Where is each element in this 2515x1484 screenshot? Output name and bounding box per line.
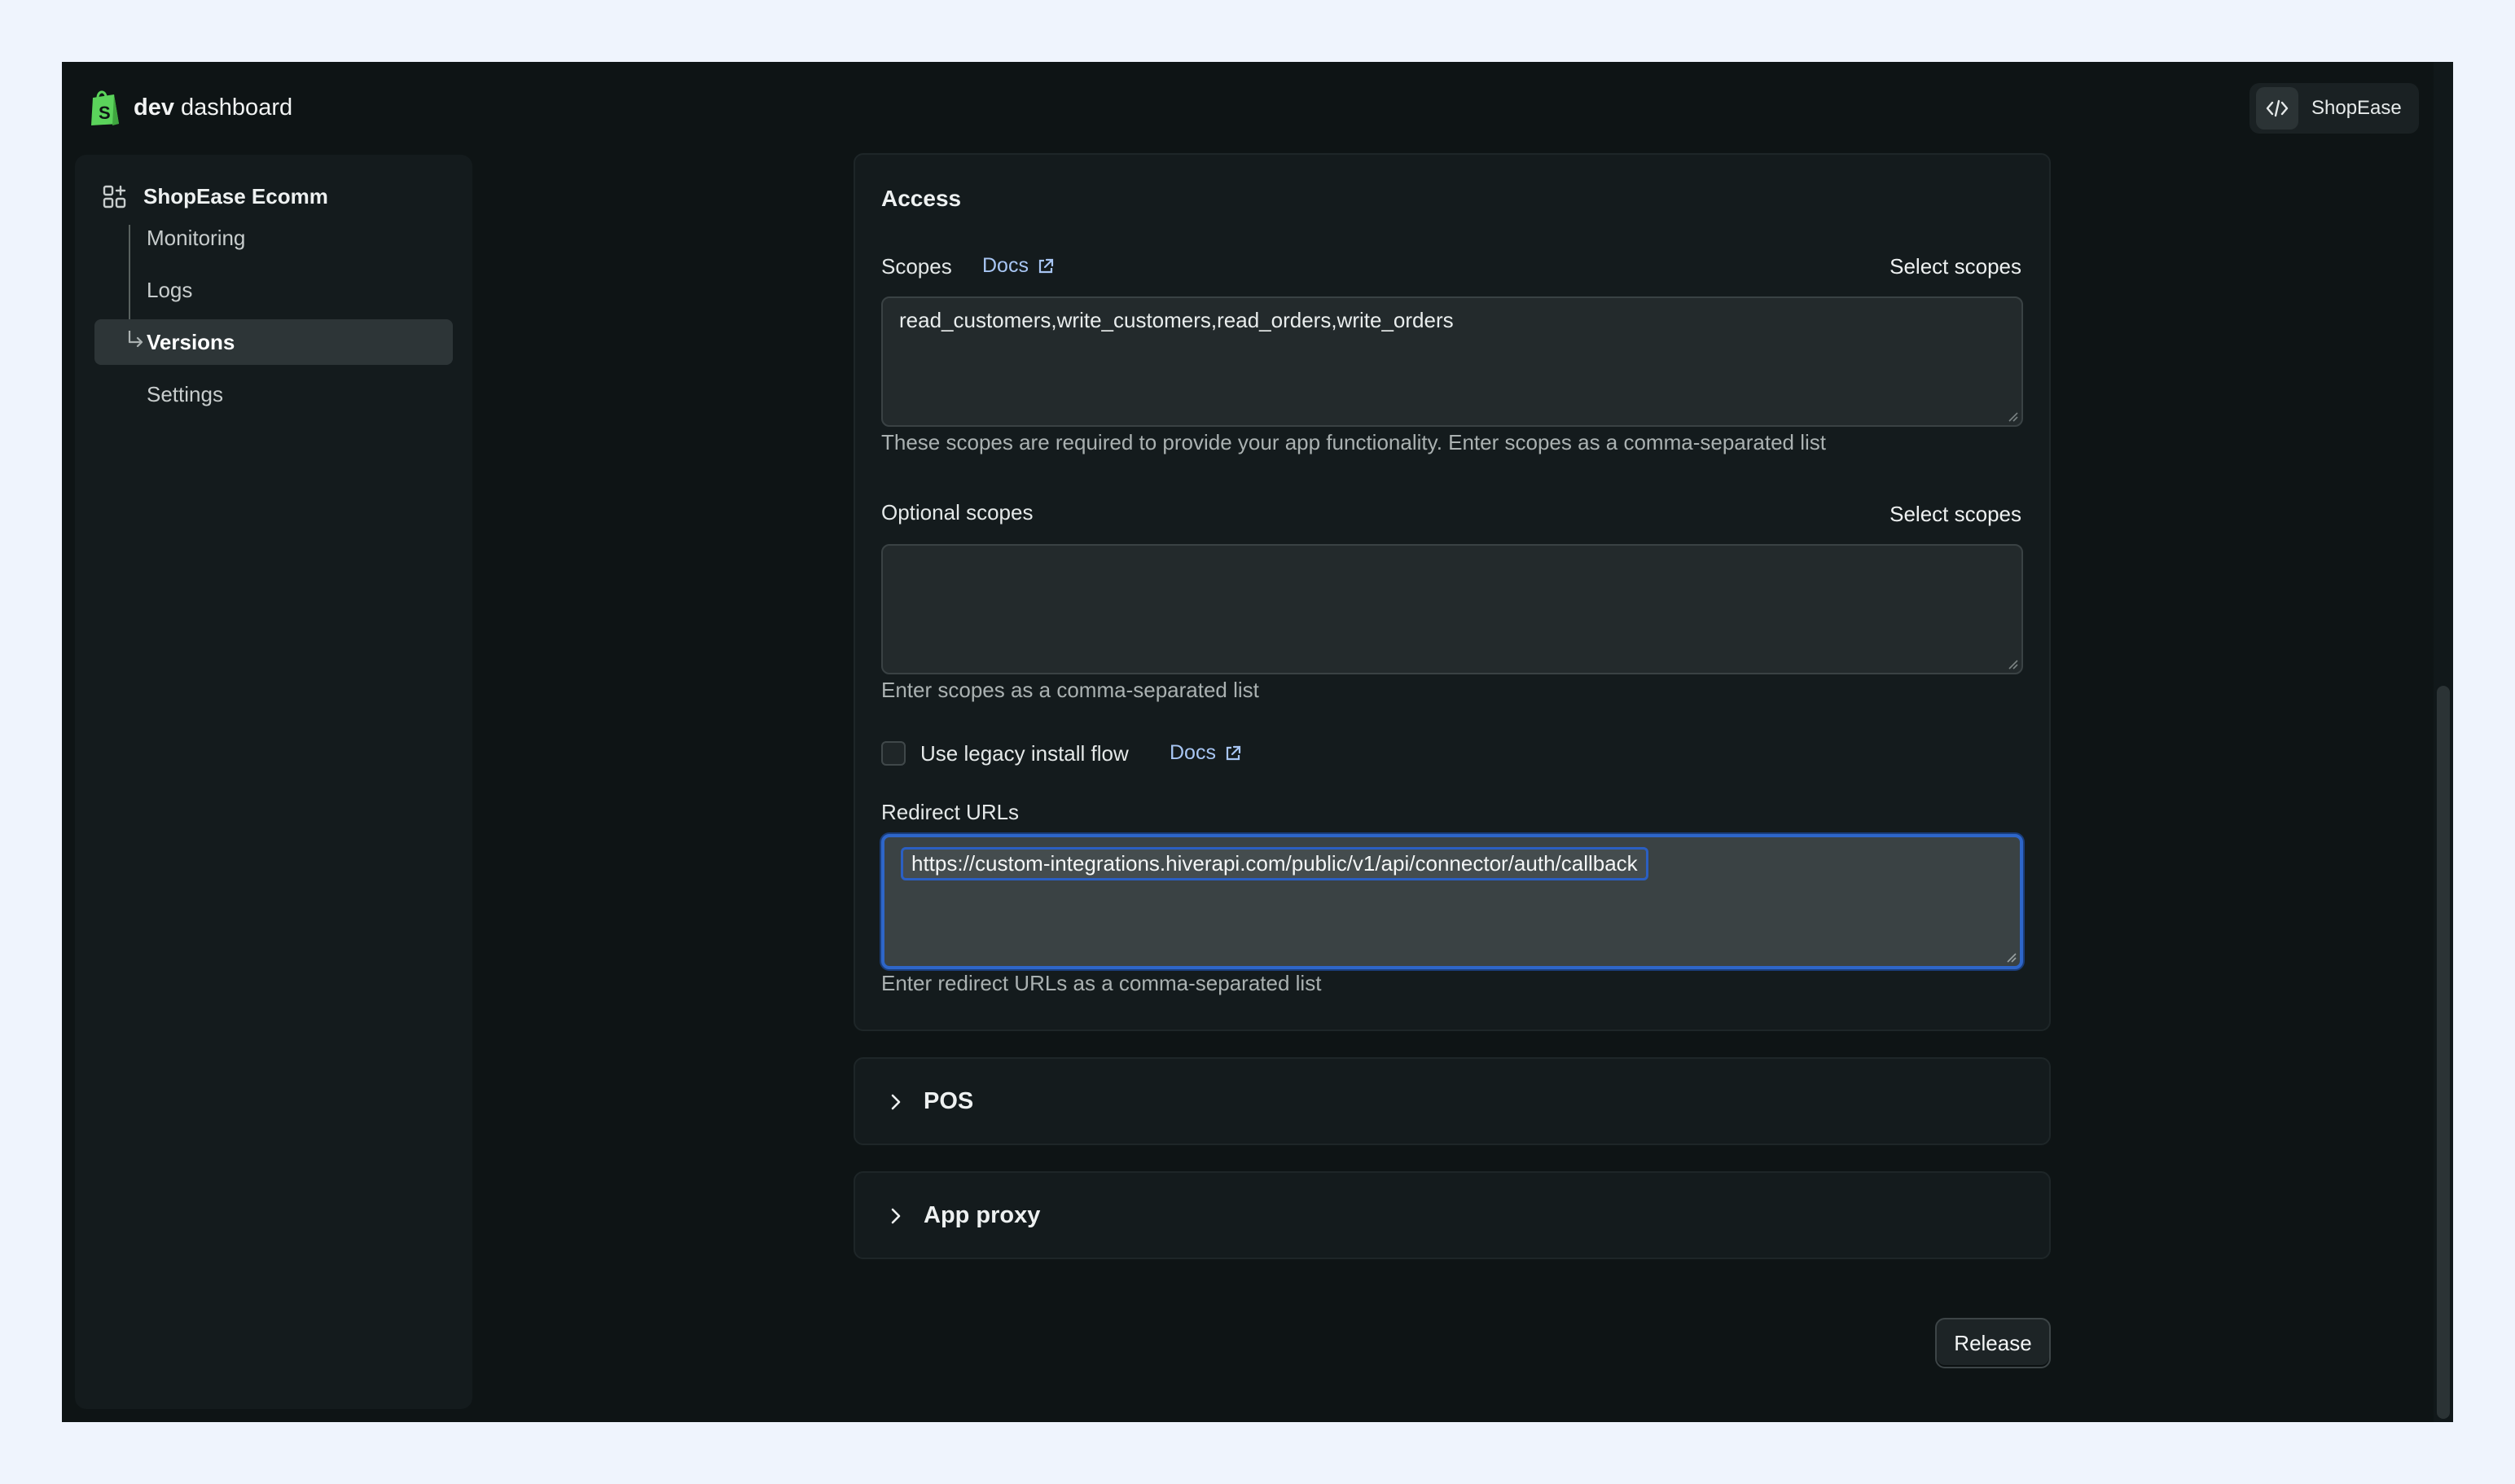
docs-link-label: Docs <box>982 254 1029 277</box>
pos-section-header[interactable]: POS <box>889 1088 973 1115</box>
resize-grip-icon[interactable] <box>2005 951 2017 963</box>
code-icon <box>2256 87 2298 130</box>
sidebar-item-versions[interactable]: Versions <box>94 319 453 365</box>
scrollbar[interactable] <box>2434 62 2453 1422</box>
brand-title: dev dashboard <box>134 94 293 121</box>
legacy-install-label[interactable]: Use legacy install flow <box>920 741 1129 766</box>
tree-arrow-icon <box>128 331 143 348</box>
scopes-value: read_customers,write_customers,read_orde… <box>899 308 1454 332</box>
select-scopes-link[interactable]: Select scopes <box>1890 254 2021 279</box>
redirect-urls-textarea[interactable]: https://custom-integrations.hiverapi.com… <box>881 834 2023 969</box>
sidebar-app-header[interactable]: ShopEase Ecomm <box>103 184 328 209</box>
app-proxy-section-header[interactable]: App proxy <box>889 1202 1040 1229</box>
sidebar-item-label: Logs <box>147 277 193 302</box>
store-switcher-button[interactable]: ShopEase <box>2249 83 2419 134</box>
scrollbar-thumb[interactable] <box>2437 686 2450 1419</box>
resize-grip-icon[interactable] <box>2007 658 2018 670</box>
redirect-urls-label: Redirect URLs <box>881 800 1020 824</box>
optional-scopes-textarea[interactable] <box>881 544 2023 674</box>
app-proxy-section[interactable]: App proxy <box>854 1171 2051 1259</box>
docs-link-label: Docs <box>1170 741 1216 764</box>
pos-section-title: POS <box>924 1088 974 1114</box>
scopes-help-text: These scopes are required to provide you… <box>881 430 1827 454</box>
select-optional-scopes-link[interactable]: Select scopes <box>1890 502 2021 527</box>
access-title: Access <box>881 186 962 211</box>
scopes-docs-link[interactable]: Docs <box>982 254 1055 278</box>
sidebar-app-name: ShopEase Ecomm <box>143 184 328 209</box>
external-link-icon <box>1226 745 1241 760</box>
scopes-label: Scopes <box>881 254 952 279</box>
sidebar-item-monitoring[interactable]: Monitoring <box>94 215 453 261</box>
redirect-url-value: https://custom-integrations.hiverapi.com… <box>901 847 1648 880</box>
top-bar: S dev dashboard ShopEase <box>62 62 2453 153</box>
chevron-right-icon <box>891 1208 901 1223</box>
access-card: Access Scopes Docs Select scopes read_cu… <box>854 153 2051 1031</box>
resize-grip-icon[interactable] <box>2007 411 2018 422</box>
optional-scopes-help-text: Enter scopes as a comma-separated list <box>881 678 1259 702</box>
scopes-textarea[interactable]: read_customers,write_customers,read_orde… <box>881 296 2023 427</box>
sidebar-item-label: Settings <box>147 381 223 406</box>
store-button-label: ShopEase <box>2311 97 2402 119</box>
chevron-right-icon <box>891 1094 901 1109</box>
shopify-bag-icon: S <box>91 90 119 125</box>
redirect-urls-help-text: Enter redirect URLs as a comma-separated… <box>881 971 1322 995</box>
release-button[interactable]: Release <box>1935 1318 2051 1368</box>
app-proxy-section-title: App proxy <box>924 1202 1041 1228</box>
apps-icon <box>103 185 126 208</box>
sidebar-item-label: Versions <box>147 329 235 354</box>
sidebar-item-settings[interactable]: Settings <box>94 371 453 417</box>
pos-section[interactable]: POS <box>854 1057 2051 1145</box>
optional-scopes-label: Optional scopes <box>881 500 1034 525</box>
legacy-docs-link[interactable]: Docs <box>1170 741 1242 765</box>
sidebar-item-logs[interactable]: Logs <box>94 267 453 313</box>
brand[interactable]: S dev dashboard <box>88 86 292 129</box>
svg-text:S: S <box>99 103 111 123</box>
app-window: S dev dashboard ShopEase ShopEase Ecomm … <box>62 62 2453 1422</box>
external-link-icon <box>1038 258 1054 273</box>
sidebar-item-label: Monitoring <box>147 225 246 250</box>
legacy-install-checkbox[interactable] <box>881 741 906 766</box>
sidebar: ShopEase Ecomm Monitoring Logs Versions … <box>75 155 472 1409</box>
